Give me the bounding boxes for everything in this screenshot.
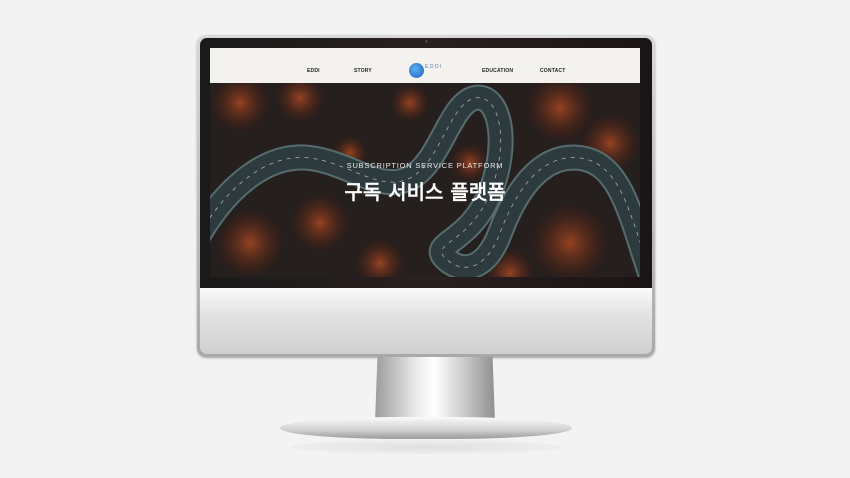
website-screen: SUBSCRIPTION SERVICE PLATFORM 구독 서비스 플랫폼… bbox=[210, 48, 640, 277]
nav-eddi[interactable]: EDDI bbox=[307, 68, 320, 74]
hero-subtitle: SUBSCRIPTION SERVICE PLATFORM bbox=[346, 161, 504, 170]
hero-title: 구독 서비스 플랫폼 bbox=[344, 180, 506, 204]
site-navbar: EDDI STORY EDDI EDUCATION CONTACT bbox=[210, 48, 640, 83]
nav-story[interactable]: STORY bbox=[354, 68, 372, 74]
nav-education[interactable]: EDUCATION bbox=[482, 68, 513, 74]
monitor-chin bbox=[200, 288, 652, 354]
stand-reflection bbox=[290, 440, 562, 454]
hero-section: SUBSCRIPTION SERVICE PLATFORM 구독 서비스 플랫폼 bbox=[210, 73, 640, 277]
monitor-stand-base bbox=[280, 417, 572, 439]
logo-globe-icon bbox=[409, 63, 424, 78]
monitor-stand-neck bbox=[375, 357, 495, 423]
logo-text: EDDI bbox=[425, 64, 443, 70]
camera-icon bbox=[425, 40, 428, 43]
nav-contact[interactable]: CONTACT bbox=[540, 68, 565, 74]
